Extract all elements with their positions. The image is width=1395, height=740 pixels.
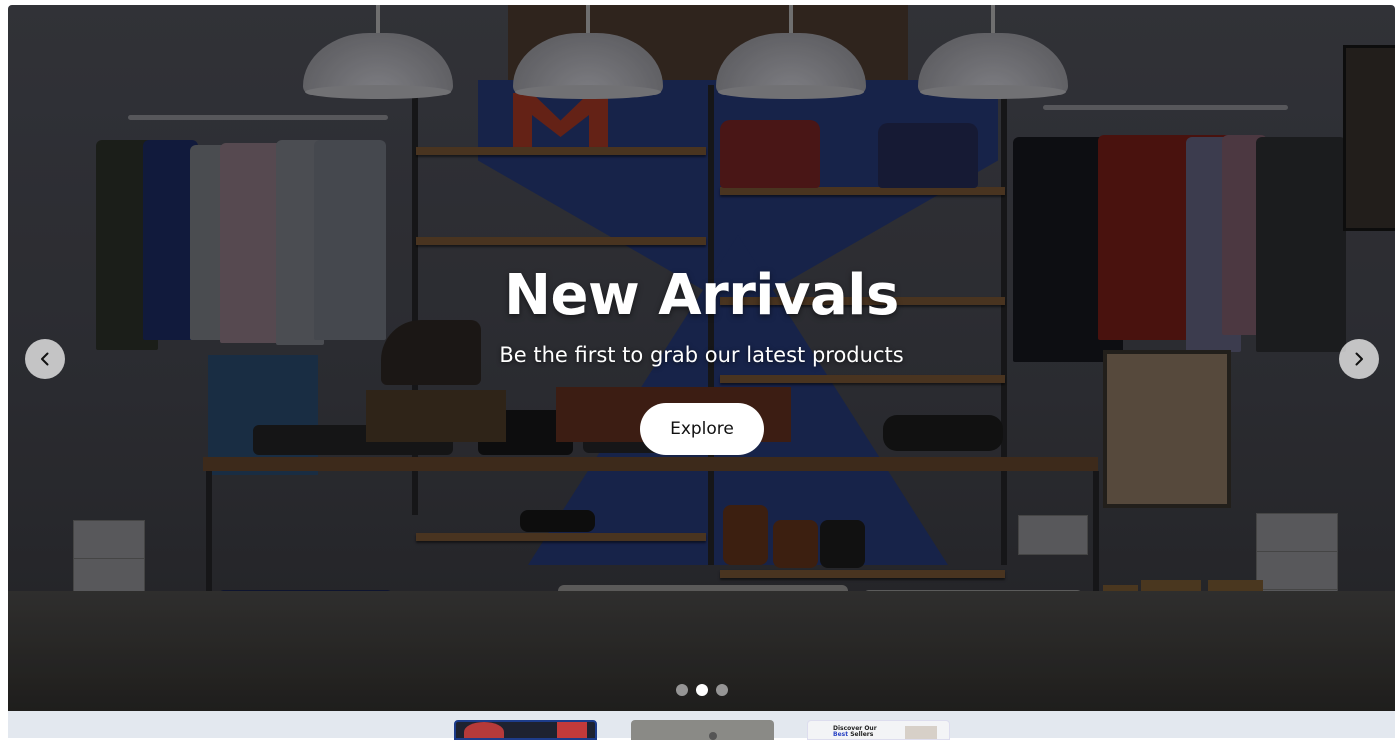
carousel-dot-3[interactable] (715, 684, 728, 696)
carousel-dot-1[interactable] (675, 684, 688, 696)
carousel-prev-button[interactable] (25, 339, 65, 379)
explore-button[interactable]: Explore (640, 403, 764, 455)
thumbnail-2[interactable] (631, 720, 774, 740)
carousel-indicators (8, 684, 1395, 696)
thumbnail-3[interactable]: Discover Our Best Sellers (807, 720, 950, 740)
thumbnail-3-text: Discover Our Best Sellers (833, 725, 877, 738)
carousel-next-button[interactable] (1339, 339, 1379, 379)
chevron-right-icon (1355, 352, 1363, 366)
carousel-dot-2[interactable] (695, 684, 708, 696)
thumbnail-strip: Discover Our Best Sellers (8, 711, 1395, 740)
hero-carousel: U.S.⚓NAVY New Arrivals Be the first to g… (8, 5, 1395, 711)
store-photo-icon (464, 722, 504, 738)
thumbnail-1[interactable] (454, 720, 597, 740)
chevron-left-icon (41, 352, 49, 366)
hero-subtitle: Be the first to grab our latest products (499, 343, 904, 367)
hero-title: New Arrivals (504, 263, 899, 328)
person-photo-icon (709, 732, 717, 740)
